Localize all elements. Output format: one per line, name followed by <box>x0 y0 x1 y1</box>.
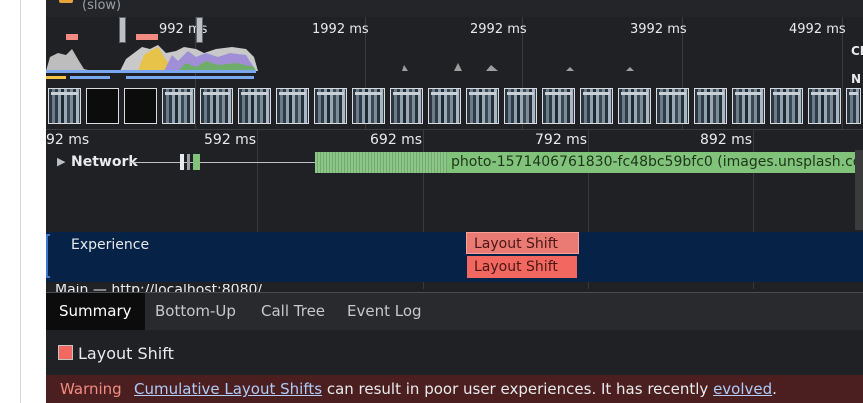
expand-arrow-icon[interactable]: ▶ <box>57 155 65 168</box>
timeline-overview[interactable]: 992 ms 1992 ms 2992 ms 3992 ms 4992 ms C… <box>46 17 863 129</box>
filmstrip-frame[interactable] <box>808 88 841 124</box>
filmstrip-frame[interactable] <box>618 88 651 124</box>
warning-text-1: can result in poor user experiences. It … <box>322 380 714 398</box>
network-request-bar[interactable]: photo-1571406761830-fc48bc59bfc0 (images… <box>447 152 855 173</box>
network-connector <box>130 162 315 163</box>
warning-text-2: . <box>772 380 777 398</box>
filmstrip-frame[interactable] <box>200 88 233 124</box>
overview-tick: 4992 ms <box>789 22 846 37</box>
overview-side-label: N <box>851 72 862 86</box>
layout-shift-event[interactable]: Layout Shift <box>467 256 577 278</box>
gutter-divider <box>20 0 21 403</box>
warning-label: Warning <box>60 380 122 398</box>
overview-red-marker <box>136 34 158 40</box>
ruler-tick: 792 ms <box>535 132 588 148</box>
filmstrip-frame[interactable] <box>390 88 423 124</box>
filmstrip-frame[interactable] <box>162 88 195 124</box>
evolved-link[interactable]: evolved <box>713 380 772 398</box>
range-handle-left[interactable] <box>119 17 126 43</box>
overview-side-label: CI <box>851 44 863 58</box>
network-request-waiting[interactable] <box>315 152 447 173</box>
network-request-small[interactable] <box>180 154 184 170</box>
ruler-tick: 892 ms <box>700 132 753 148</box>
filmstrip-frame[interactable] <box>504 88 537 124</box>
filmstrip-frame[interactable] <box>314 88 347 124</box>
main-track-partial: Main — http://localhost:8080/ <box>46 284 863 292</box>
warning-row: Warning Cumulative Layout Shifts can res… <box>46 375 863 403</box>
ruler-tick: 692 ms <box>370 132 423 148</box>
details-tabs: Summary Bottom-Up Call Tree Event Log <box>46 292 863 330</box>
filmstrip-frame[interactable] <box>238 88 271 124</box>
summary-title: Layout Shift <box>78 344 174 363</box>
experience-track[interactable]: Experience Layout Shift Layout Shift <box>46 232 863 282</box>
screenshot-filmstrip[interactable] <box>46 88 863 126</box>
filmstrip-frame[interactable] <box>86 88 119 124</box>
network-request-label: photo-1571406761830-fc48bc59bfc0 (images… <box>451 154 855 170</box>
overview-red-marker <box>66 34 78 40</box>
filmstrip-frame[interactable] <box>48 88 81 124</box>
filmstrip-frame[interactable] <box>466 88 499 124</box>
tab-event-log[interactable]: Event Log <box>334 293 435 330</box>
summary-pane: Layout Shift Warning Cumulative Layout S… <box>46 330 863 403</box>
network-request-small[interactable] <box>193 154 200 170</box>
main-track-label: Main — http://localhost:8080/ <box>55 284 263 292</box>
overview-tick: 1992 ms <box>312 22 369 37</box>
warning-icon <box>59 0 73 3</box>
filmstrip-frame[interactable] <box>580 88 613 124</box>
experience-track-label[interactable]: Experience <box>71 237 149 253</box>
filmstrip-frame[interactable] <box>276 88 309 124</box>
filmstrip-frame[interactable] <box>352 88 385 124</box>
top-strip: (slow) <box>46 0 863 17</box>
filmstrip-frame[interactable] <box>846 88 861 124</box>
track-selection-bracket <box>46 234 50 278</box>
cls-link[interactable]: Cumulative Layout Shifts <box>134 380 322 398</box>
performance-panel: (slow) 992 ms 1992 ms 2992 ms 3992 ms 49… <box>46 0 863 403</box>
left-gutter <box>0 0 46 403</box>
tab-call-tree[interactable]: Call Tree <box>248 293 338 330</box>
filmstrip-frame[interactable] <box>428 88 461 124</box>
ruler-tick: 592 ms <box>204 132 257 148</box>
network-overview <box>46 70 256 79</box>
filmstrip-frame[interactable] <box>124 88 157 124</box>
filmstrip-frame[interactable] <box>656 88 689 124</box>
tab-summary[interactable]: Summary <box>46 293 145 330</box>
filmstrip-frame[interactable] <box>694 88 727 124</box>
overview-tick: 2992 ms <box>470 22 527 37</box>
range-handle-right[interactable] <box>196 17 203 43</box>
network-track[interactable]: ▶ Network photo-1571406761830-fc48bc59bf… <box>46 150 863 176</box>
layout-shift-event-selected[interactable]: Layout Shift <box>466 232 579 254</box>
warning-message: Cumulative Layout Shifts can result in p… <box>134 380 777 398</box>
flamechart-ruler: 92 ms 592 ms 692 ms 792 ms 892 ms <box>46 129 863 150</box>
overview-tick: 3992 ms <box>630 22 687 37</box>
throttle-label: (slow) <box>82 0 122 13</box>
filmstrip-frame[interactable] <box>542 88 575 124</box>
network-track-label[interactable]: Network <box>71 154 138 170</box>
tab-bottom-up[interactable]: Bottom-Up <box>142 293 249 330</box>
network-request-small[interactable] <box>187 154 190 170</box>
ruler-tick: 92 ms <box>46 132 90 148</box>
filmstrip-frame[interactable] <box>770 88 803 124</box>
flamechart-scrollbar[interactable] <box>855 150 863 230</box>
filmstrip-frame[interactable] <box>732 88 765 124</box>
layout-shift-color-swatch <box>58 345 73 360</box>
